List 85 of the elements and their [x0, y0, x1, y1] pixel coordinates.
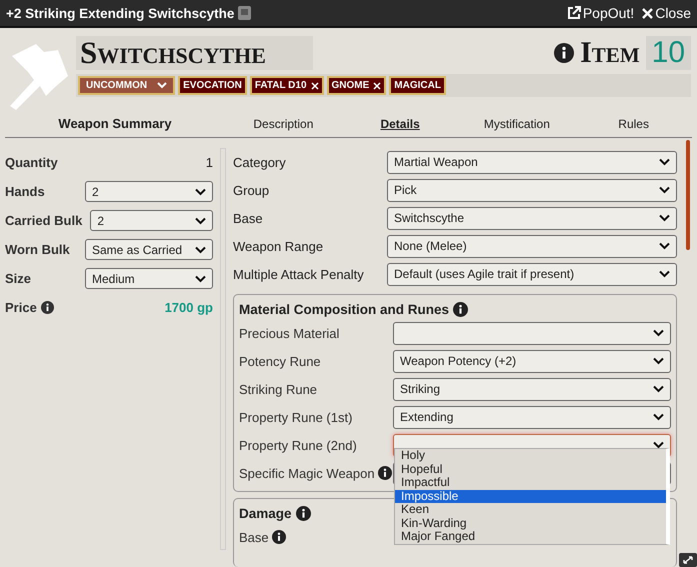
field-value: 1 [206, 155, 213, 170]
select-field[interactable]: Striking [393, 378, 671, 400]
select-field[interactable]: Extending [393, 406, 671, 428]
scrollbar-thumb[interactable] [686, 140, 690, 250]
trait-tag: EVOCATION [178, 76, 247, 95]
info-icon[interactable] [453, 302, 468, 316]
chevron-icon [659, 158, 670, 166]
dropdown-option[interactable]: Holy [395, 449, 666, 462]
window-title: +2 Striking Extending Switchscythe [6, 6, 234, 20]
rarity-select[interactable]: UNCOMMON [78, 76, 176, 95]
field-label: Property Rune (1st) [239, 410, 352, 424]
close-link[interactable]: Close [642, 5, 691, 21]
price-value: 1700 gp [164, 300, 213, 315]
close-icon [642, 8, 654, 18]
tab[interactable]: Mystification [458, 116, 576, 130]
panel-title: Damage [239, 506, 292, 520]
select-field[interactable]: Martial Weapon [387, 150, 677, 174]
field-label: Striking Rune [239, 382, 318, 396]
item-level: 10 [646, 36, 692, 70]
tab[interactable]: Details [342, 116, 458, 130]
select-field[interactable]: Same as Carried [85, 239, 213, 260]
select-field[interactable]: Switchscythe [387, 206, 677, 230]
field-label: Quantity [5, 155, 58, 170]
chevron-icon [195, 274, 206, 282]
trait-tag: GNOME [326, 76, 386, 95]
chevron-icon [659, 214, 670, 222]
field-label: Property Rune (2nd) [239, 438, 357, 452]
info-icon[interactable] [378, 466, 392, 480]
select-field[interactable]: None (Melee) [387, 234, 677, 258]
field-label: Potency Rune [239, 354, 321, 368]
dropdown-option[interactable]: Impactful [395, 476, 666, 490]
trait-tag: MAGICAL [389, 76, 446, 95]
field-label: Worn Bulk [5, 242, 70, 257]
tab[interactable]: Description [225, 116, 342, 130]
field-label: Base [233, 210, 264, 226]
select-field[interactable]: 2 [90, 210, 213, 231]
item-type: Item [580, 36, 640, 70]
field-label: Specific Magic Weapon [239, 466, 375, 480]
field-label: Precious Material [239, 326, 340, 340]
tab[interactable]: Rules [575, 116, 692, 130]
select-field[interactable]: Medium [85, 268, 213, 289]
select-field[interactable]: Weapon Potency (+2) [393, 350, 671, 372]
chevron-icon [659, 270, 670, 278]
select-field[interactable]: Default (uses Agile trait if present) [387, 262, 677, 286]
field-label: Carried Bulk [5, 213, 82, 228]
chevron-icon [195, 216, 206, 224]
popout-link[interactable]: PopOut! [566, 5, 634, 21]
chevron-icon [157, 82, 168, 89]
field-label: Hands [5, 184, 45, 199]
select-field[interactable] [393, 322, 671, 344]
panel-title: Material Composition and Runes [239, 302, 450, 316]
chevron-icon [659, 186, 670, 194]
resize-icon[interactable] [679, 553, 697, 567]
field-label: Category [233, 154, 287, 170]
info-icon[interactable] [296, 506, 311, 520]
chevron-icon [659, 242, 670, 250]
section-heading: Weapon Summary [57, 116, 173, 131]
trait-tag: FATAL D10 [250, 76, 324, 95]
chevron-icon [653, 357, 664, 365]
external-link-icon [566, 6, 581, 20]
chevron-icon [653, 441, 664, 449]
select-field[interactable]: 2 [85, 181, 213, 202]
chevron-icon [195, 246, 206, 254]
field-label: Price [5, 300, 37, 315]
select-field[interactable]: Pick [387, 178, 677, 202]
dropdown-option[interactable]: Impossible [395, 490, 666, 503]
remove-icon[interactable] [310, 82, 319, 90]
field-label: Weapon Range [233, 238, 324, 254]
field-label: Group [233, 182, 270, 198]
dropdown-option[interactable]: Hopeful [395, 462, 666, 476]
info-icon[interactable] [554, 43, 574, 63]
dropdown-option[interactable]: Major Fanged [395, 530, 666, 544]
chevron-icon [653, 385, 664, 393]
chevron-icon [195, 188, 206, 196]
field-label: Base [239, 530, 269, 544]
dropdown-option[interactable]: Keen [395, 503, 666, 516]
field-label: Size [5, 271, 32, 286]
chevron-icon [653, 329, 664, 337]
remove-icon[interactable] [373, 82, 382, 90]
item-name: Switchscythe [76, 36, 314, 70]
info-icon[interactable] [40, 301, 54, 314]
dropdown-option[interactable]: Kin-Warding [395, 516, 666, 530]
info-icon[interactable] [272, 530, 286, 544]
chevron-icon [653, 413, 664, 421]
field-label: Multiple Attack Penalty [233, 266, 365, 282]
